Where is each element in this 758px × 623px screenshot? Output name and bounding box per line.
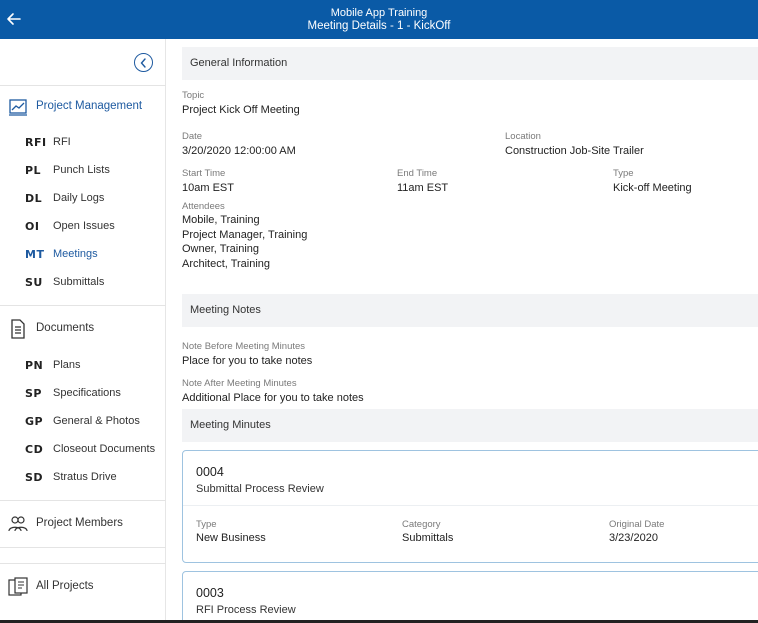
attendee-item: Architect, Training <box>182 258 271 270</box>
note-after-label: Note After Meeting Minutes <box>182 378 297 389</box>
people-icon <box>8 516 28 532</box>
attendees-label: Attendees <box>182 201 225 212</box>
minute-number: 0003 <box>196 586 224 600</box>
minute-type-label: Type <box>196 519 217 530</box>
sidebar-item-punch-lists[interactable]: PL Punch Lists <box>0 161 166 181</box>
document-icon <box>11 319 25 339</box>
note-before-label: Note Before Meeting Minutes <box>182 341 306 352</box>
topic-value: Project Kick Off Meeting <box>182 104 300 116</box>
sidebar-section-documents[interactable]: Documents <box>0 317 166 341</box>
minute-type-value: New Business <box>196 532 266 544</box>
end-time-value: 11am EST <box>397 182 449 194</box>
sidebar-section-all-projects[interactable]: All Projects <box>0 575 166 599</box>
minute-category-value: Submittals <box>402 532 454 544</box>
attendee-item: Owner, Training <box>182 243 260 255</box>
chevron-left-icon <box>140 57 146 68</box>
card-divider <box>183 505 758 506</box>
sidebar-item-rfi[interactable]: RFI RFI <box>0 133 166 153</box>
type-value: Kick-off Meeting <box>613 182 692 194</box>
minute-title: RFI Process Review <box>196 604 296 616</box>
sidebar-item-stratus-drive[interactable]: SD Stratus Drive <box>0 468 166 488</box>
minute-number: 0004 <box>196 465 224 479</box>
attendee-item: Mobile, Training <box>182 214 260 226</box>
type-label: Type <box>613 168 634 179</box>
meeting-minutes-header: Meeting Minutes <box>182 409 758 442</box>
main-content: General Information Topic Project Kick O… <box>172 39 758 623</box>
attendee-item: Project Manager, Training <box>182 229 308 241</box>
sidebar-section-project-members[interactable]: Project Members <box>0 512 166 536</box>
minute-date-label: Original Date <box>609 519 665 530</box>
sidebar-item-open-issues[interactable]: OI Open Issues <box>0 217 166 237</box>
top-bar: Mobile App Training Meeting Details - 1 … <box>0 0 758 39</box>
header-titles: Mobile App Training Meeting Details - 1 … <box>0 7 758 33</box>
note-after-value: Additional Place for you to take notes <box>182 392 364 404</box>
start-time-label: Start Time <box>182 168 226 179</box>
sidebar-item-submittals[interactable]: SU Submittals <box>0 273 166 293</box>
date-value: 3/20/2020 12:00:00 AM <box>182 145 296 157</box>
meeting-notes-header: Meeting Notes <box>182 294 758 327</box>
minute-card[interactable]: 0004 Submittal Process Review Type New B… <box>182 450 758 563</box>
location-value: Construction Job-Site Trailer <box>505 145 644 157</box>
general-information-header: General Information <box>182 47 758 80</box>
projects-icon <box>8 577 28 596</box>
location-label: Location <box>505 131 541 142</box>
sidebar-item-closeout-documents[interactable]: CD Closeout Documents <box>0 440 166 460</box>
page-title: Meeting Details - 1 - KickOff <box>307 20 451 32</box>
minute-card[interactable]: 0003 RFI Process Review <box>182 571 758 623</box>
sidebar-item-plans[interactable]: PN Plans <box>0 356 166 376</box>
date-label: Date <box>182 131 203 142</box>
note-before-value: Place for you to take notes <box>182 355 313 367</box>
minute-title: Submittal Process Review <box>196 483 324 495</box>
topic-label: Topic <box>182 90 205 101</box>
minute-category-label: Category <box>402 519 441 530</box>
minute-date-value: 3/23/2020 <box>609 532 658 544</box>
sidebar: Project Management RFI RFI PL Punch List… <box>0 39 166 623</box>
app-title: Mobile App Training <box>330 7 428 19</box>
sidebar-item-specifications[interactable]: SP Specifications <box>0 384 166 404</box>
sidebar-item-daily-logs[interactable]: DL Daily Logs <box>0 189 166 209</box>
chart-icon <box>9 99 27 116</box>
collapse-sidebar-button[interactable] <box>134 53 153 72</box>
sidebar-item-meetings[interactable]: MT Meetings <box>0 245 166 265</box>
sidebar-section-project-management[interactable]: Project Management <box>0 95 166 119</box>
end-time-label: End Time <box>397 168 438 179</box>
sidebar-item-general-photos[interactable]: GP General & Photos <box>0 412 166 432</box>
start-time-value: 10am EST <box>182 182 234 194</box>
